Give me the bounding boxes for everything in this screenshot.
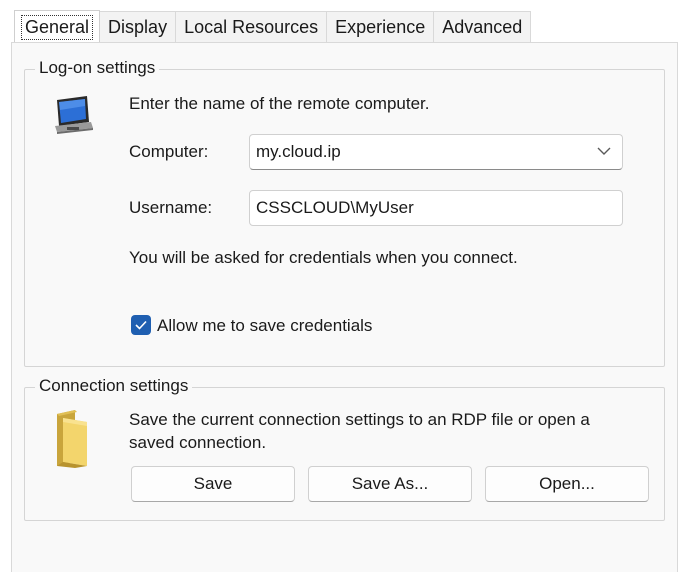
save-button[interactable]: Save: [131, 466, 295, 502]
tab-local-resources[interactable]: Local Resources: [176, 11, 328, 43]
monitor-icon: [55, 96, 93, 134]
tab-general-label: General: [20, 14, 94, 40]
tab-local-resources-label: Local Resources: [184, 16, 319, 37]
general-tab-panel: Log-on settings Enter the name of the re…: [11, 42, 678, 572]
connection-description-line1: Save the current connection settings to …: [129, 410, 590, 429]
logon-intro-text: Enter the name of the remote computer.: [129, 94, 430, 113]
connection-settings-title: Connection settings: [35, 376, 193, 396]
tab-advanced-label: Advanced: [442, 16, 523, 37]
username-field[interactable]: CSSCLOUD\MyUser: [249, 190, 623, 226]
computer-value: my.cloud.ip: [256, 142, 341, 161]
connection-settings-group: Connection settings Save the current con…: [24, 376, 665, 521]
save-credentials-label[interactable]: Allow me to save credentials: [157, 316, 372, 336]
tab-display[interactable]: Display: [100, 11, 177, 43]
open-button[interactable]: Open...: [485, 466, 649, 502]
logon-settings-title: Log-on settings: [35, 58, 160, 78]
check-icon: [135, 320, 147, 330]
computer-combobox[interactable]: my.cloud.ip: [249, 134, 623, 170]
logon-settings-group: Log-on settings Enter the name of the re…: [24, 58, 665, 367]
tab-experience[interactable]: Experience: [327, 11, 435, 43]
computer-label: Computer:: [129, 142, 209, 161]
tab-advanced[interactable]: Advanced: [434, 11, 532, 43]
connection-description-line2: saved connection.: [129, 433, 267, 452]
username-label: Username:: [129, 198, 213, 217]
tab-experience-label: Experience: [335, 16, 426, 37]
username-value: CSSCLOUD\MyUser: [256, 198, 414, 217]
credentials-note: You will be asked for credentials when y…: [129, 248, 518, 267]
tab-general[interactable]: General: [14, 10, 101, 44]
tab-display-label: Display: [108, 16, 168, 37]
rdp-options-window: General Display Local Resources Experien…: [0, 0, 689, 572]
save-as-button[interactable]: Save As...: [308, 466, 472, 502]
save-credentials-checkbox[interactable]: [131, 315, 151, 335]
folder-icon: [57, 410, 87, 468]
chevron-down-icon[interactable]: [596, 143, 612, 159]
tab-strip: General Display Local Resources Experien…: [14, 10, 532, 44]
